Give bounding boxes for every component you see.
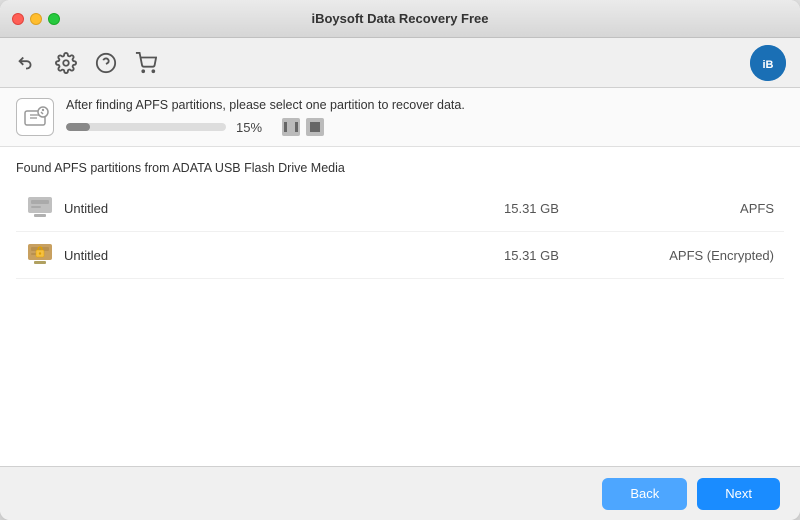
toolbar: iB: [0, 38, 800, 88]
progress-percent: 15%: [236, 120, 272, 135]
cart-icon[interactable]: [132, 49, 160, 77]
title-bar: iBoysoft Data Recovery Free: [0, 0, 800, 38]
close-button[interactable]: [12, 13, 24, 25]
next-button[interactable]: Next: [697, 478, 780, 510]
svg-text:iB: iB: [763, 59, 774, 71]
minimize-button[interactable]: [30, 13, 42, 25]
partition-size-1: 15.31 GB: [504, 201, 624, 216]
table-row[interactable]: Untitled 15.31 GB APFS: [16, 185, 784, 232]
partition-size-2: 15.31 GB: [504, 248, 624, 263]
app-window: iBoysoft Data Recovery Free: [0, 0, 800, 520]
partition-name-2: Untitled: [64, 248, 504, 263]
help-icon[interactable]: [92, 49, 120, 77]
back-button[interactable]: Back: [602, 478, 687, 510]
scan-icon-box: [16, 98, 54, 136]
status-text: After finding APFS partitions, please se…: [66, 98, 784, 112]
partition-type-2: APFS (Encrypted): [624, 248, 774, 263]
status-bar: After finding APFS partitions, please se…: [0, 88, 800, 147]
brand-logo: iB: [748, 43, 788, 83]
status-content: After finding APFS partitions, please se…: [66, 98, 784, 136]
maximize-button[interactable]: [48, 13, 60, 25]
partition-icon-2: [26, 241, 54, 269]
main-content: Found APFS partitions from ADATA USB Fla…: [0, 147, 800, 466]
traffic-lights: [12, 13, 60, 25]
back-icon[interactable]: [12, 49, 40, 77]
table-row[interactable]: Untitled 15.31 GB APFS (Encrypted): [16, 232, 784, 279]
stop-button[interactable]: [306, 118, 324, 136]
progress-controls: [282, 118, 324, 136]
window-title: iBoysoft Data Recovery Free: [311, 11, 488, 26]
section-title: Found APFS partitions from ADATA USB Fla…: [16, 161, 784, 175]
progress-row: 15%: [66, 118, 784, 136]
partition-icon-1: [26, 194, 54, 222]
progress-bar-fill: [66, 123, 90, 131]
brand-icon: iB: [750, 45, 786, 81]
progress-bar-container: [66, 123, 226, 131]
pause-button[interactable]: [282, 118, 300, 136]
settings-icon[interactable]: [52, 49, 80, 77]
partition-name-1: Untitled: [64, 201, 504, 216]
partition-table: Untitled 15.31 GB APFS: [16, 185, 784, 279]
footer: Back Next: [0, 466, 800, 520]
partition-type-1: APFS: [624, 201, 774, 216]
